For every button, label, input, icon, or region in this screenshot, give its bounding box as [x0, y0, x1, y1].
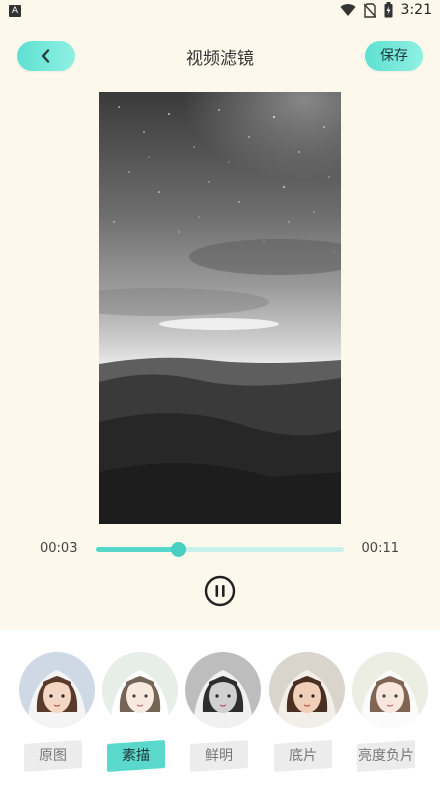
filter-thumbnail [19, 652, 95, 728]
current-time: 00:03 [40, 541, 78, 556]
filter-item[interactable]: 素描 [99, 652, 179, 782]
filter-item[interactable]: 鲜明 [182, 652, 262, 782]
playback-progress: 00:03 00:11 [0, 536, 440, 562]
pause-icon [204, 575, 236, 607]
milky-way [99, 92, 341, 252]
progress-fill [96, 547, 178, 552]
filter-label-text: 原图 [39, 748, 67, 764]
filter-thumbnail [352, 652, 428, 728]
filter-label: 素描 [107, 739, 165, 773]
wifi-icon [340, 4, 356, 17]
filter-thumbnail [269, 652, 345, 728]
filter-item[interactable]: 原图 [16, 652, 96, 782]
battery-icon [384, 2, 393, 18]
filter-label-text: 底片 [289, 748, 317, 764]
status-icons: 3:21 [340, 2, 432, 18]
no-sim-icon [363, 2, 376, 18]
app-notification-icon: A [9, 5, 21, 17]
filter-label-text: 鲜明 [205, 748, 233, 764]
filter-thumbnail [185, 652, 261, 728]
save-button[interactable]: 保存 [365, 41, 423, 71]
status-time: 3:21 [400, 2, 432, 18]
progress-slider[interactable] [96, 542, 344, 557]
filter-label-text: 亮度负片 [358, 748, 414, 764]
filter-item[interactable]: 亮度负片 [349, 652, 429, 782]
filter-thumbnail [102, 652, 178, 728]
pause-button[interactable] [204, 575, 236, 607]
filter-label: 底片 [274, 739, 332, 773]
progress-thumb[interactable] [170, 542, 186, 557]
filter-label-text: 素描 [122, 748, 150, 764]
sunset-glow [159, 318, 279, 330]
filter-item[interactable]: 底片 [266, 652, 346, 782]
filter-label: 亮度负片 [357, 739, 415, 773]
total-time: 00:11 [361, 541, 399, 556]
header: 视频滤镜 保存 [0, 36, 440, 76]
filter-label: 鲜明 [190, 739, 248, 773]
filter-label: 原图 [24, 739, 82, 773]
status-bar: A 3:21 [0, 0, 440, 24]
video-preview[interactable] [99, 92, 341, 524]
filter-panel: 原图 素描 鲜明 底片 亮度负片 [0, 630, 440, 790]
